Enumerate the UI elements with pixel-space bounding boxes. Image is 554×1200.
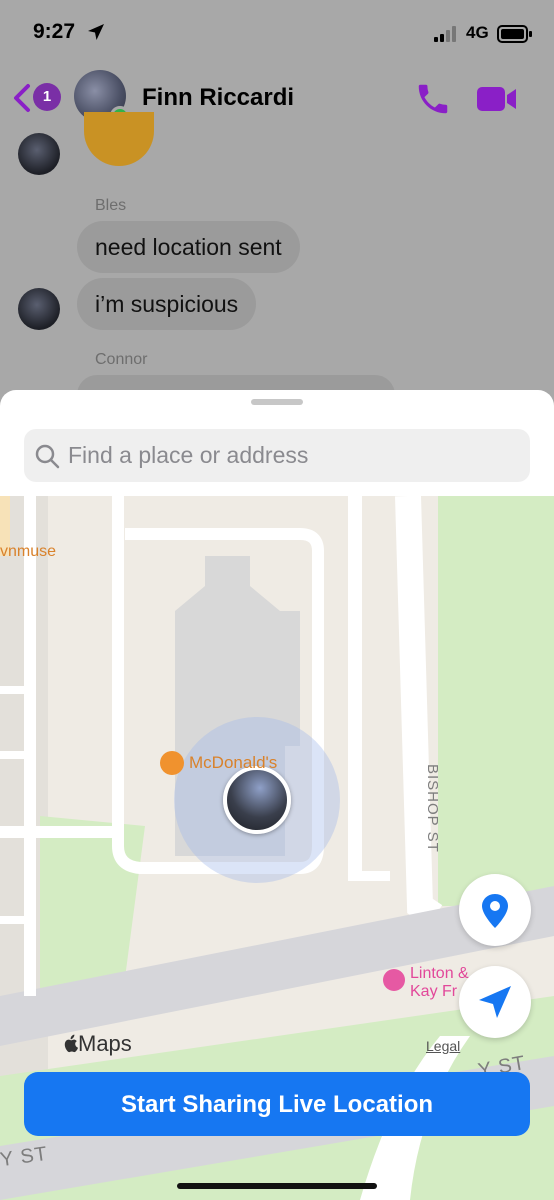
sheet-grabber[interactable]	[251, 399, 303, 405]
location-sheet: vnmuse McDonald's BISHOP ST Linton & Kay…	[0, 390, 554, 1200]
signal-bars-icon	[434, 26, 456, 42]
search-input[interactable]	[68, 429, 518, 482]
start-sharing-live-location-button[interactable]: Start Sharing Live Location	[24, 1072, 530, 1136]
message-bubble[interactable]: need location sent	[77, 221, 300, 273]
location-arrow-icon	[88, 24, 104, 40]
map-pin-icon	[482, 894, 508, 928]
video-camera-icon[interactable]	[476, 84, 518, 114]
drop-pin-button[interactable]	[459, 874, 531, 946]
apple-maps-logo: Maps	[62, 1031, 132, 1057]
search-icon	[35, 444, 60, 469]
maps-brand-text: Maps	[78, 1031, 132, 1056]
contact-name[interactable]: Finn Riccardi	[142, 84, 294, 112]
battery-icon	[497, 25, 532, 43]
poi-photo-icon[interactable]	[383, 969, 405, 991]
home-indicator[interactable]	[177, 1183, 377, 1189]
chevron-left-icon[interactable]	[10, 82, 34, 114]
legal-link[interactable]: Legal	[426, 1038, 460, 1054]
avatar	[18, 133, 60, 175]
apple-logo-icon	[64, 1034, 78, 1053]
map-view[interactable]: vnmuse McDonald's BISHOP ST Linton & Kay…	[0, 496, 554, 1200]
sender-name: Connor	[95, 351, 148, 368]
navigation-arrow-icon	[479, 986, 511, 1018]
avatar	[18, 288, 60, 330]
street-label: BISHOP ST	[424, 764, 441, 853]
phone-icon[interactable]	[414, 80, 452, 118]
sender-name: Bles	[95, 197, 127, 214]
restaurant-icon[interactable]	[160, 751, 184, 775]
network-type: 4G	[466, 23, 489, 42]
unread-badge: 1	[33, 83, 61, 111]
user-location-avatar[interactable]	[223, 766, 291, 834]
message-bubble[interactable]: i’m suspicious	[77, 278, 257, 330]
search-bar[interactable]	[24, 429, 530, 482]
current-location-button[interactable]	[459, 966, 531, 1038]
poi-label[interactable]: McDonald's	[189, 753, 277, 773]
status-bar: 9:27 4G	[0, 0, 554, 64]
status-time: 9:27	[33, 20, 76, 43]
poi-label[interactable]: vnmuse	[0, 543, 56, 561]
